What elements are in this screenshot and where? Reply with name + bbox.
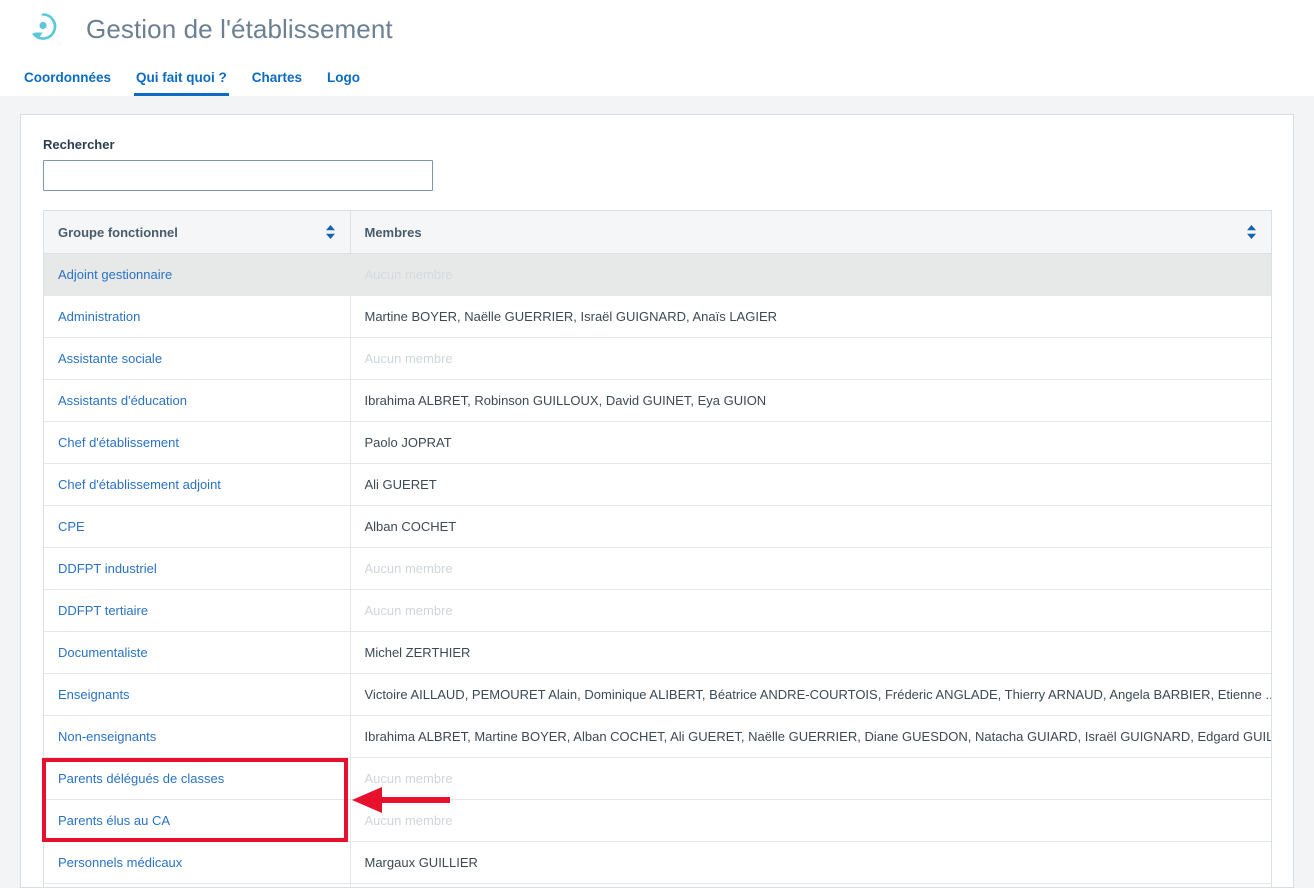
group-link[interactable]: Documentaliste xyxy=(58,645,148,660)
group-link[interactable]: Personnels médicaux xyxy=(58,855,182,870)
group-name-cell: Chef d'établissement adjoint xyxy=(44,463,351,506)
group-name-cell: Non-enseignants xyxy=(44,715,351,758)
members-cell xyxy=(350,883,1271,887)
group-link[interactable]: DDFPT industriel xyxy=(58,561,157,576)
tab-chartes[interactable]: Chartes xyxy=(252,70,302,96)
app-header: Gestion de l'établissement xyxy=(0,0,1314,48)
group-link[interactable]: Assistante sociale xyxy=(58,351,162,366)
tab-logo[interactable]: Logo xyxy=(327,70,360,96)
group-name-cell: Assistants d'éducation xyxy=(44,379,351,422)
table-row[interactable]: Documentaliste Michel ZERTHIER xyxy=(44,631,1271,674)
members-cell: Martine BOYER, Naëlle GUERRIER, Israël G… xyxy=(350,295,1271,338)
sort-updown-icon[interactable] xyxy=(325,224,336,240)
group-name-cell: DDFPT industriel xyxy=(44,547,351,590)
members-cell: Margaux GUILLIER xyxy=(350,841,1271,884)
members-cell: Ibrahima ALBRET, Martine BOYER, Alban CO… xyxy=(350,715,1271,758)
members-cell: Aucun membre xyxy=(350,799,1271,842)
table-row[interactable]: Chef d'établissement Paolo JOPRAT xyxy=(44,421,1271,464)
members-cell: Michel ZERTHIER xyxy=(350,631,1271,674)
page-body: Rechercher Groupe fonctionnel Membres Ad… xyxy=(0,96,1314,888)
table-row[interactable]: Non-enseignants Ibrahima ALBRET, Martine … xyxy=(44,715,1271,758)
group-name-cell: Administration xyxy=(44,295,351,338)
members-cell: Aucun membre xyxy=(350,547,1271,590)
groups-table: Groupe fonctionnel Membres Adjoint gesti… xyxy=(44,211,1271,887)
tab-coordonnees[interactable]: Coordonnées xyxy=(24,70,111,96)
group-link[interactable]: Adjoint gestionnaire xyxy=(58,267,172,282)
group-name-cell: Parents délégués de classes xyxy=(44,757,351,800)
group-link[interactable]: Enseignants xyxy=(58,687,130,702)
members-cell: Ibrahima ALBRET, Robinson GUILLOUX, Davi… xyxy=(350,379,1271,422)
table-row[interactable]: Enseignants Victoire AILLAUD, PEMOURET Al… xyxy=(44,673,1271,716)
members-cell: Ali GUERET xyxy=(350,463,1271,506)
group-name-cell: Adjoint gestionnaire xyxy=(44,253,351,296)
table-row[interactable]: Personnels médicaux Margaux GUILLIER xyxy=(44,841,1271,884)
column-header-label: Membres xyxy=(364,224,422,240)
table-header-row: Groupe fonctionnel Membres xyxy=(44,211,1271,254)
group-name-cell: Documentaliste xyxy=(44,631,351,674)
group-name-cell xyxy=(44,883,351,887)
group-link[interactable]: Administration xyxy=(58,309,140,324)
circular-arrow-dot-icon xyxy=(25,9,61,50)
table-row[interactable]: Assistante sociale Aucun membre xyxy=(44,337,1271,380)
table-row[interactable]: Parents élus au CA Aucun membre xyxy=(44,799,1271,842)
group-name-cell: Assistante sociale xyxy=(44,337,351,380)
group-link[interactable]: Chef d'établissement xyxy=(58,435,179,450)
group-link[interactable]: Parents délégués de classes xyxy=(58,771,224,786)
group-name-cell: DDFPT tertiaire xyxy=(44,589,351,632)
app-logo xyxy=(22,8,64,50)
table-row[interactable]: Adjoint gestionnaire Aucun membre xyxy=(44,253,1271,296)
column-header-membres[interactable]: Membres xyxy=(350,211,1271,254)
table-row[interactable]: DDFPT industriel Aucun membre xyxy=(44,547,1271,590)
group-name-cell: Personnels médicaux xyxy=(44,841,351,884)
table-row[interactable]: CPE Alban COCHET xyxy=(44,505,1271,548)
table-row[interactable]: Parents délégués de classes Aucun membre xyxy=(44,757,1271,800)
page-title: Gestion de l'établissement xyxy=(86,13,393,44)
table-body: Adjoint gestionnaire Aucun membre Administ… xyxy=(44,253,1271,887)
group-name-cell: Parents élus au CA xyxy=(44,799,351,842)
group-link[interactable]: Parents élus au CA xyxy=(58,813,170,828)
group-link[interactable]: Assistants d'éducation xyxy=(58,393,187,408)
table-row[interactable]: Administration Martine BOYER, Naëlle GUER… xyxy=(44,295,1271,338)
column-header-label: Groupe fonctionnel xyxy=(58,224,178,240)
members-cell: Paolo JOPRAT xyxy=(350,421,1271,464)
group-link[interactable]: DDFPT tertiaire xyxy=(58,603,148,618)
table-row[interactable] xyxy=(44,883,1271,887)
members-cell: Aucun membre xyxy=(350,589,1271,632)
column-header-groupe-fonctionnel[interactable]: Groupe fonctionnel xyxy=(44,211,351,254)
tab-bar: Coordonnées Qui fait quoi ? Chartes Logo xyxy=(0,48,1314,96)
members-cell: Aucun membre xyxy=(350,253,1271,296)
table-head: Groupe fonctionnel Membres xyxy=(44,211,1271,254)
members-cell: Aucun membre xyxy=(350,757,1271,800)
members-cell: Victoire AILLAUD, PEMOURET Alain, Domini… xyxy=(350,673,1271,716)
groups-table-wrapper: Groupe fonctionnel Membres Adjoint gesti… xyxy=(43,210,1272,887)
members-cell: Alban COCHET xyxy=(350,505,1271,548)
search-input[interactable] xyxy=(43,160,433,191)
table-row[interactable]: Assistants d'éducation Ibrahima ALBRET, R… xyxy=(44,379,1271,422)
content-card: Rechercher Groupe fonctionnel Membres Ad… xyxy=(20,114,1294,888)
search-label: Rechercher xyxy=(43,137,115,152)
tab-qui-fait-quoi[interactable]: Qui fait quoi ? xyxy=(134,70,229,96)
group-name-cell: Enseignants xyxy=(44,673,351,716)
group-link[interactable]: Chef d'établissement adjoint xyxy=(58,477,221,492)
group-name-cell: Chef d'établissement xyxy=(44,421,351,464)
sort-updown-icon[interactable] xyxy=(1246,224,1257,240)
table-row[interactable]: DDFPT tertiaire Aucun membre xyxy=(44,589,1271,632)
table-row[interactable]: Chef d'établissement adjoint Ali GUERET xyxy=(44,463,1271,506)
members-cell: Aucun membre xyxy=(350,337,1271,380)
group-link[interactable]: Non-enseignants xyxy=(58,729,156,744)
group-link[interactable]: CPE xyxy=(58,519,85,534)
group-name-cell: CPE xyxy=(44,505,351,548)
